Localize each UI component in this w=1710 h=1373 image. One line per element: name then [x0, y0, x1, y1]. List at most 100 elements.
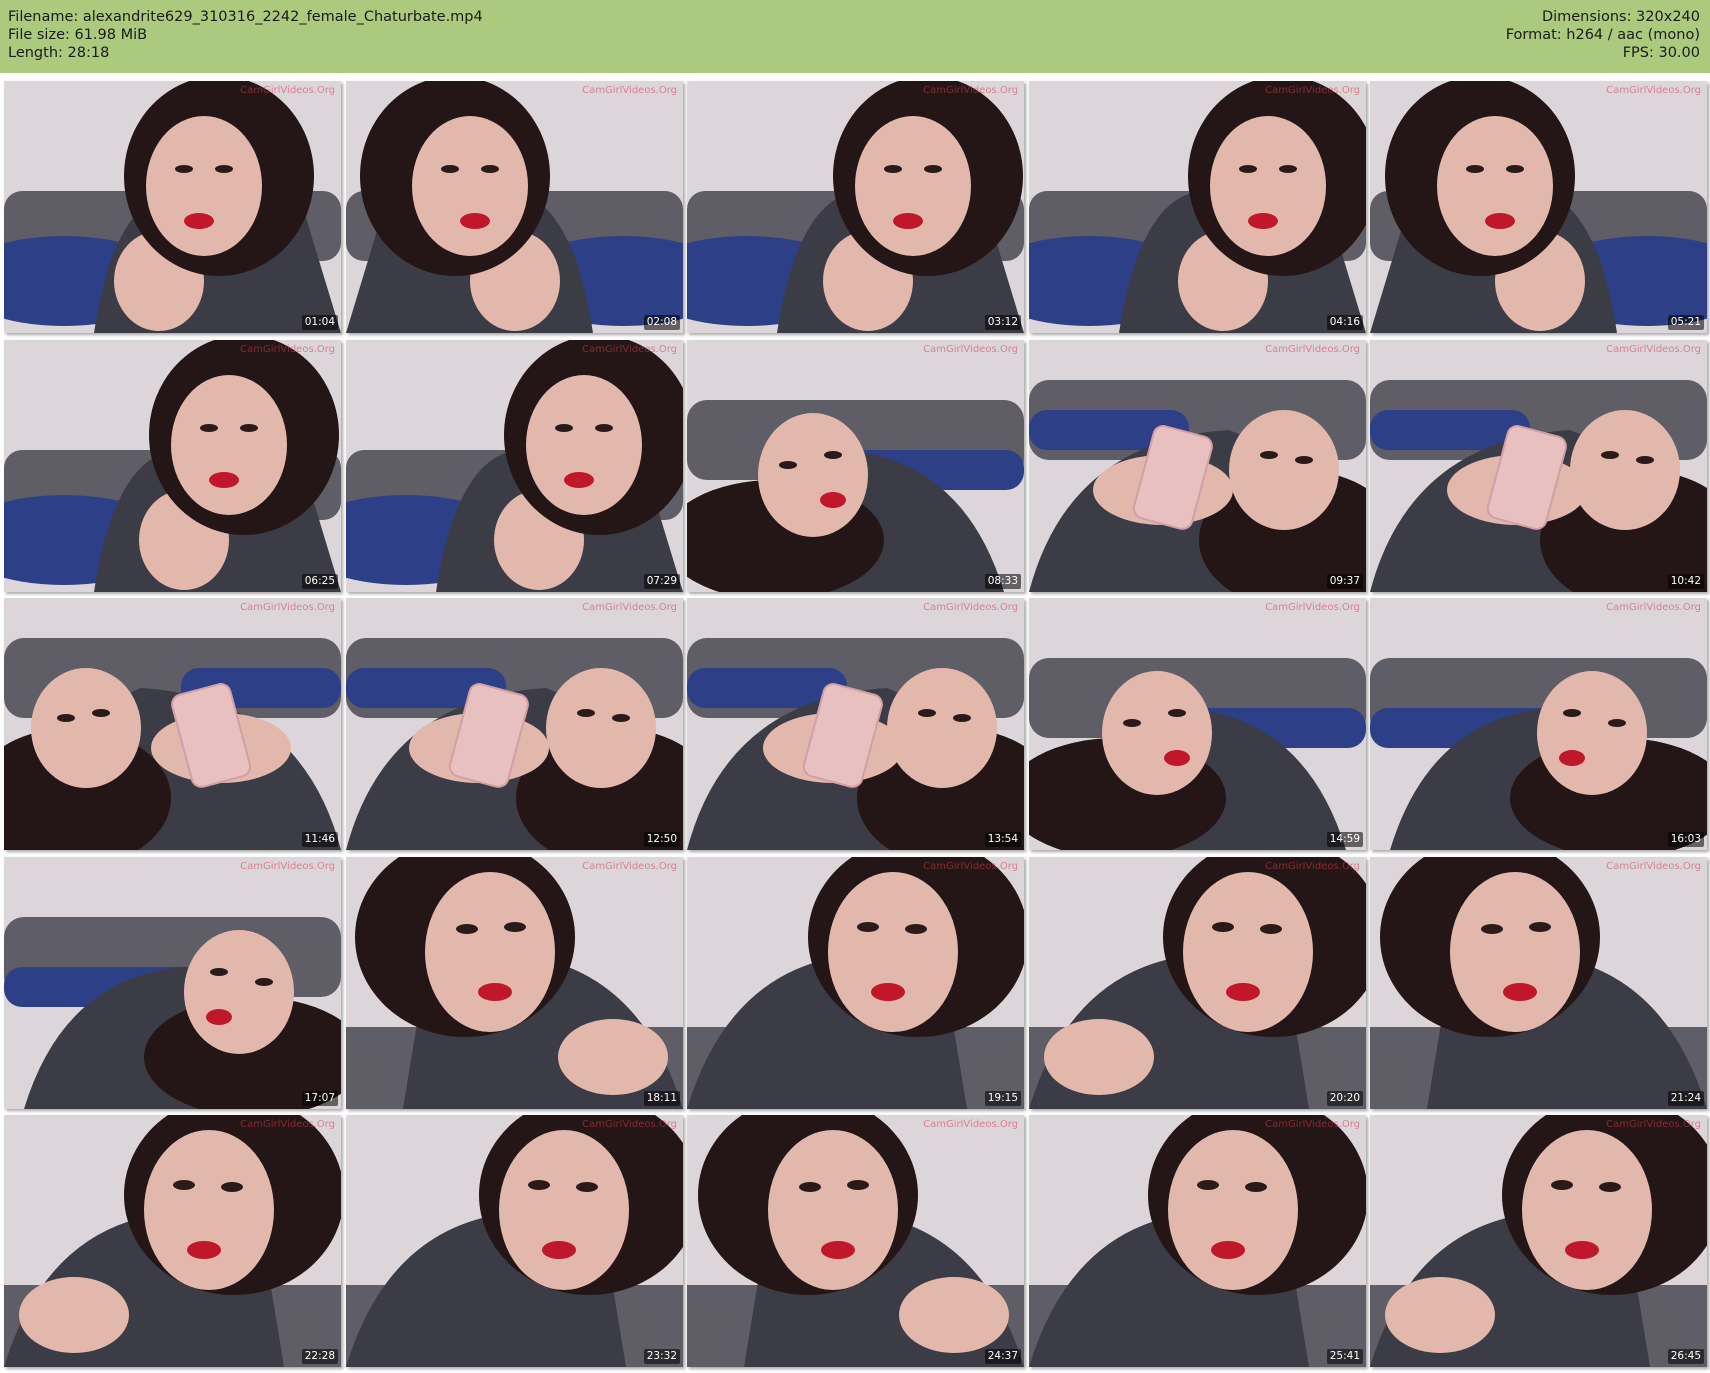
watermark-text: CamGirlVideos.Org — [240, 1119, 335, 1130]
file-info-right: Dimensions: 320x240 Format: h264 / aac (… — [1506, 8, 1700, 62]
timestamp-label: 11:46 — [301, 832, 338, 847]
video-thumbnail: CamGirlVideos.Org 04:16 — [1029, 81, 1366, 333]
watermark-text: CamGirlVideos.Org — [1606, 602, 1701, 613]
video-thumbnail: CamGirlVideos.Org 18:11 — [346, 857, 683, 1109]
timestamp-label: 22:28 — [301, 1349, 338, 1364]
watermark-text: CamGirlVideos.Org — [240, 85, 335, 96]
thumbnail-image — [4, 857, 341, 1109]
watermark-text: CamGirlVideos.Org — [1265, 344, 1360, 355]
video-thumbnail: CamGirlVideos.Org 24:37 — [687, 1115, 1024, 1367]
thumbnail-image — [4, 598, 341, 850]
timestamp-label: 24:37 — [984, 1349, 1021, 1364]
video-thumbnail: CamGirlVideos.Org 21:24 — [1370, 857, 1707, 1109]
watermark-text: CamGirlVideos.Org — [923, 1119, 1018, 1130]
timestamp-label: 25:41 — [1326, 1349, 1363, 1364]
thumbnail-image — [346, 1115, 683, 1367]
thumbnail-image — [4, 340, 341, 592]
watermark-text: CamGirlVideos.Org — [923, 602, 1018, 613]
timestamp-label: 02:08 — [643, 315, 680, 330]
video-thumbnail: CamGirlVideos.Org 13:54 — [687, 598, 1024, 850]
watermark-text: CamGirlVideos.Org — [1265, 602, 1360, 613]
timestamp-label: 09:37 — [1326, 574, 1363, 589]
filename-text: Filename: alexandrite629_310316_2242_fem… — [8, 9, 483, 25]
video-thumbnail: CamGirlVideos.Org 26:45 — [1370, 1115, 1707, 1367]
watermark-text: CamGirlVideos.Org — [1606, 344, 1701, 355]
video-thumbnail: CamGirlVideos.Org 16:03 — [1370, 598, 1707, 850]
video-thumbnail: CamGirlVideos.Org 11:46 — [4, 598, 341, 850]
watermark-text: CamGirlVideos.Org — [240, 602, 335, 613]
watermark-text: CamGirlVideos.Org — [582, 1119, 677, 1130]
timestamp-label: 23:32 — [643, 1349, 680, 1364]
timestamp-label: 03:12 — [984, 315, 1021, 330]
thumbnail-image — [1370, 598, 1707, 850]
timestamp-label: 26:45 — [1667, 1349, 1704, 1364]
thumbnail-image — [1370, 81, 1707, 333]
thumbnail-grid: CamGirlVideos.Org 01:04 CamGirlVideos.Org 0… — [4, 81, 1708, 1371]
video-thumbnail: CamGirlVideos.Org 19:15 — [687, 857, 1024, 1109]
watermark-text: CamGirlVideos.Org — [582, 85, 677, 96]
timestamp-label: 05:21 — [1667, 315, 1704, 330]
watermark-text: CamGirlVideos.Org — [923, 85, 1018, 96]
watermark-text: CamGirlVideos.Org — [582, 602, 677, 613]
video-thumbnail: CamGirlVideos.Org 10:42 — [1370, 340, 1707, 592]
video-thumbnail: CamGirlVideos.Org 08:33 — [687, 340, 1024, 592]
video-thumbnail: CamGirlVideos.Org 07:29 — [346, 340, 683, 592]
watermark-text: CamGirlVideos.Org — [1265, 1119, 1360, 1130]
thumbnail-image — [687, 340, 1024, 592]
format-text: Format: h264 / aac (mono) — [1505, 27, 1700, 43]
thumbnail-image — [346, 340, 683, 592]
timestamp-label: 10:42 — [1667, 574, 1704, 589]
video-thumbnail: CamGirlVideos.Org 09:37 — [1029, 340, 1366, 592]
video-thumbnail: CamGirlVideos.Org 06:25 — [4, 340, 341, 592]
file-info-left: Filename: alexandrite629_310316_2242_fem… — [8, 8, 483, 62]
thumbnail-image — [346, 81, 683, 333]
length-text: Length: 28:18 — [8, 45, 110, 61]
watermark-text: CamGirlVideos.Org — [240, 861, 335, 872]
video-thumbnail: CamGirlVideos.Org 22:28 — [4, 1115, 341, 1367]
video-thumbnail: CamGirlVideos.Org 12:50 — [346, 598, 683, 850]
thumbnail-image — [346, 857, 683, 1109]
video-thumbnail: CamGirlVideos.Org 02:08 — [346, 81, 683, 333]
thumbnail-image — [1029, 857, 1366, 1109]
watermark-text: CamGirlVideos.Org — [240, 344, 335, 355]
thumbnail-image — [1029, 340, 1366, 592]
thumbnail-image — [1029, 598, 1366, 850]
thumbnail-image — [687, 1115, 1024, 1367]
timestamp-label: 20:20 — [1326, 1091, 1363, 1106]
video-thumbnail: CamGirlVideos.Org 25:41 — [1029, 1115, 1366, 1367]
timestamp-label: 21:24 — [1667, 1091, 1704, 1106]
timestamp-label: 07:29 — [643, 574, 680, 589]
thumbnail-image — [1370, 1115, 1707, 1367]
timestamp-label: 18:11 — [643, 1091, 680, 1106]
filesize-text: File size: 61.98 MiB — [8, 27, 148, 43]
watermark-text: CamGirlVideos.Org — [1265, 85, 1360, 96]
watermark-text: CamGirlVideos.Org — [1265, 861, 1360, 872]
dimensions-text: Dimensions: 320x240 — [1541, 9, 1700, 25]
fps-text: FPS: 30.00 — [1622, 45, 1700, 61]
watermark-text: CamGirlVideos.Org — [1606, 1119, 1701, 1130]
thumbnail-image — [1370, 340, 1707, 592]
video-thumbnail: CamGirlVideos.Org 14:59 — [1029, 598, 1366, 850]
video-thumbnail: CamGirlVideos.Org 05:21 — [1370, 81, 1707, 333]
timestamp-label: 16:03 — [1667, 832, 1704, 847]
timestamp-label: 04:16 — [1326, 315, 1363, 330]
thumbnail-image — [687, 81, 1024, 333]
thumbnail-image — [4, 81, 341, 333]
info-header: Filename: alexandrite629_310316_2242_fem… — [0, 0, 1710, 73]
timestamp-label: 01:04 — [301, 315, 338, 330]
watermark-text: CamGirlVideos.Org — [923, 861, 1018, 872]
timestamp-label: 13:54 — [984, 832, 1021, 847]
watermark-text: CamGirlVideos.Org — [1606, 861, 1701, 872]
watermark-text: CamGirlVideos.Org — [582, 861, 677, 872]
thumbnail-image — [1029, 81, 1366, 333]
timestamp-label: 19:15 — [984, 1091, 1021, 1106]
video-thumbnail: CamGirlVideos.Org 17:07 — [4, 857, 341, 1109]
timestamp-label: 06:25 — [301, 574, 338, 589]
video-thumbnail: CamGirlVideos.Org 20:20 — [1029, 857, 1366, 1109]
thumbnail-image — [4, 1115, 341, 1367]
thumbnail-image — [1029, 1115, 1366, 1367]
timestamp-label: 14:59 — [1326, 832, 1363, 847]
timestamp-label: 12:50 — [643, 832, 680, 847]
watermark-text: CamGirlVideos.Org — [582, 344, 677, 355]
video-thumbnail: CamGirlVideos.Org 01:04 — [4, 81, 341, 333]
